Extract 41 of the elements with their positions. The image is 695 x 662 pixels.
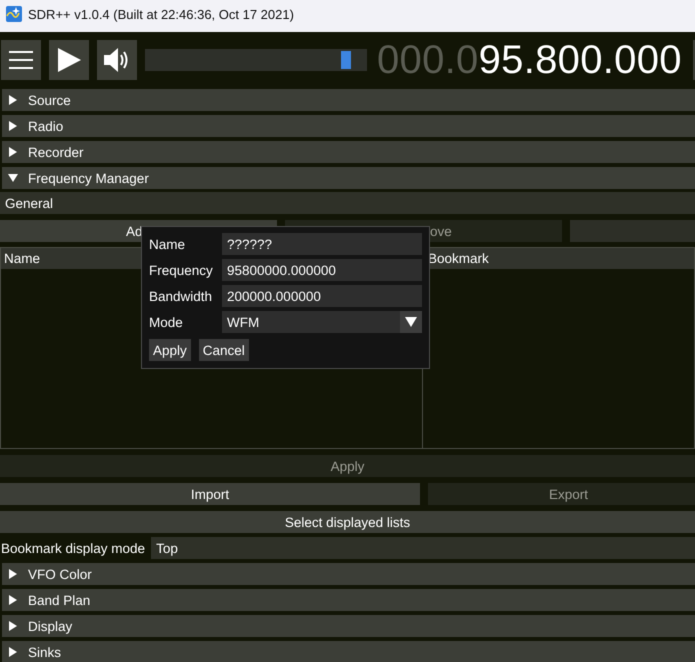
display-mode-label: Bookmark display mode bbox=[0, 540, 146, 556]
file-button[interactable]: Import bbox=[0, 483, 420, 505]
field-label: Bandwidth bbox=[149, 288, 214, 304]
select-lists-button[interactable]: Select displayed lists bbox=[0, 511, 695, 533]
header-label: Source bbox=[28, 92, 71, 108]
header-label: Recorder bbox=[28, 144, 84, 160]
header-label: Frequency Manager bbox=[28, 170, 149, 186]
app-icon bbox=[6, 6, 22, 22]
menu-button[interactable] bbox=[1, 40, 41, 80]
input-field[interactable]: 200000.000000 bbox=[222, 285, 422, 307]
collapsing-header[interactable]: Band Plan bbox=[2, 589, 695, 611]
collapsing-header[interactable]: VFO Color bbox=[2, 563, 695, 585]
header-label: VFO Color bbox=[28, 566, 92, 582]
header-label: Sinks bbox=[28, 644, 62, 660]
play-button[interactable] bbox=[49, 40, 89, 80]
collapsing-header[interactable]: Radio bbox=[2, 115, 695, 137]
list-selector[interactable]: General bbox=[0, 192, 695, 214]
volume-button[interactable] bbox=[97, 40, 137, 80]
input-field[interactable]: ?????? bbox=[222, 233, 422, 255]
volume-slider[interactable] bbox=[145, 49, 367, 71]
frequency-display[interactable]: 95.800.000 bbox=[478, 38, 682, 82]
window-title: SDR++ v1.0.4 (Built at 22:46:36, Oct 17 2021) bbox=[28, 6, 294, 22]
dialog-button[interactable]: Cancel bbox=[198, 339, 249, 361]
dialog-button[interactable]: Apply bbox=[149, 339, 191, 361]
header-label: Display bbox=[28, 618, 72, 634]
collapsing-header[interactable]: Source bbox=[2, 89, 695, 111]
collapsing-header[interactable]: Recorder bbox=[2, 141, 695, 163]
play-icon bbox=[56, 47, 82, 73]
field-label: Mode bbox=[149, 314, 184, 330]
input-field[interactable]: 95800000.000000 bbox=[222, 259, 422, 281]
header-label: Band Plan bbox=[28, 592, 90, 608]
collapsing-header[interactable]: Frequency Manager bbox=[2, 167, 695, 189]
collapsing-header[interactable]: Display bbox=[2, 615, 695, 637]
header-label: Radio bbox=[28, 118, 64, 134]
menu-icon bbox=[8, 50, 34, 70]
collapsing-header[interactable]: Sinks bbox=[2, 641, 695, 662]
dropdown-arrow-icon bbox=[405, 317, 417, 327]
slider-thumb[interactable] bbox=[341, 51, 352, 69]
mode-dropdown[interactable]: WFM bbox=[222, 311, 422, 333]
field-label: Frequency bbox=[149, 262, 214, 278]
display-mode-combo[interactable]: Top bbox=[151, 537, 695, 559]
